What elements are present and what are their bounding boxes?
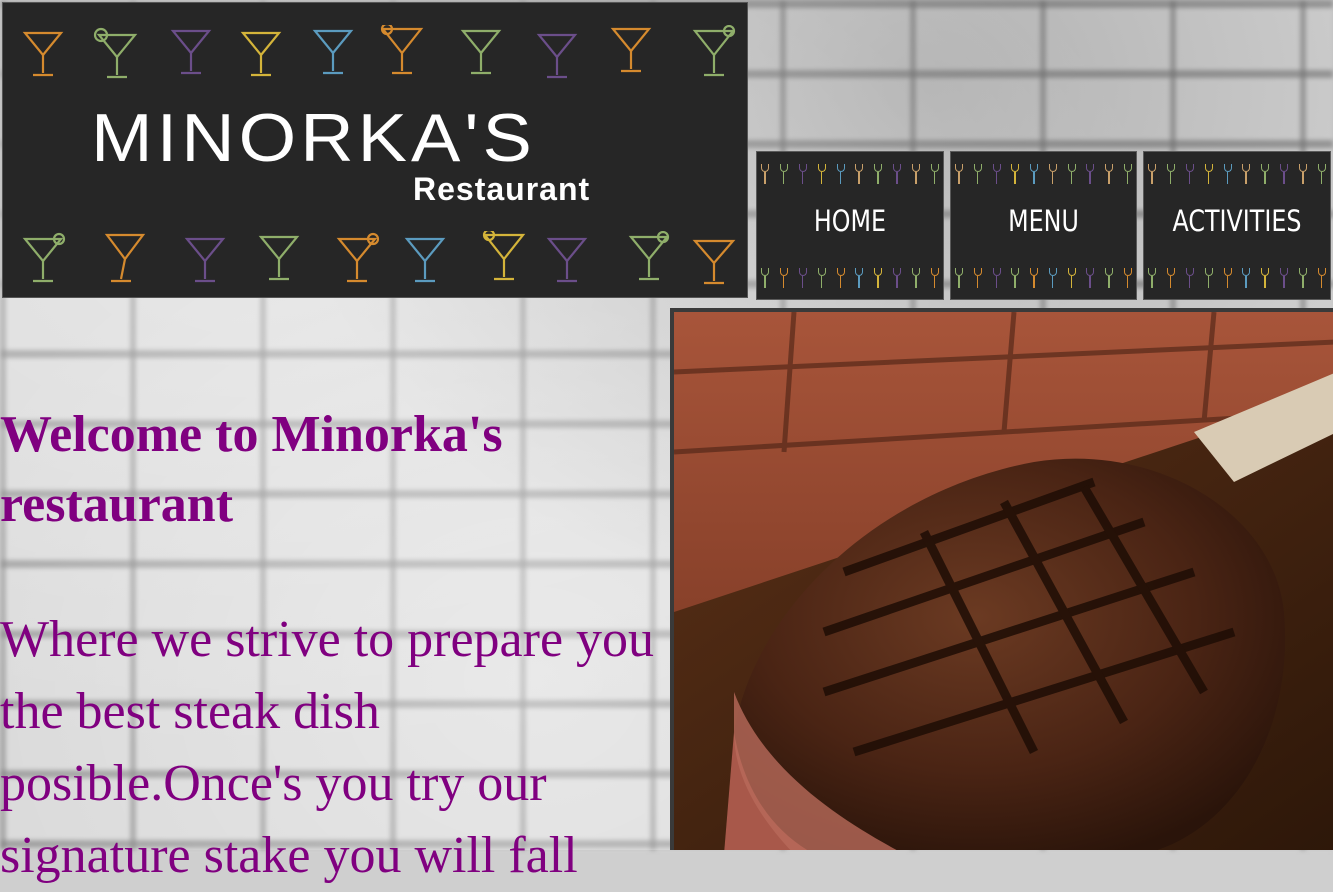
steak-photo: [670, 308, 1333, 850]
nav-activities-button[interactable]: ACTIVITIES: [1143, 151, 1331, 300]
logo-banner[interactable]: MINORKA'S Restaurant: [2, 2, 748, 298]
cocktail-glass-icon: [22, 231, 736, 285]
logo-title: MINORKA'S: [91, 99, 536, 176]
nav-home-label: HOME: [813, 204, 887, 238]
welcome-heading: Welcome to Minorka's restaurant: [0, 406, 503, 533]
cocktail-glasses-top: [955, 164, 1132, 192]
cocktail-glasses-top: [3, 25, 747, 85]
cocktail-glasses-bottom: [1148, 268, 1326, 296]
nav-activities-label: ACTIVITIES: [1172, 204, 1302, 238]
cocktail-glasses-top: [1148, 164, 1326, 192]
cocktail-glasses-top: [761, 164, 939, 192]
cocktail-glass-icon: [22, 25, 736, 79]
logo-subtitle: Restaurant: [413, 171, 591, 207]
intro-paragraph: Where we strive to prepare you the best …: [0, 611, 655, 884]
cocktail-glasses-bottom: [955, 268, 1132, 296]
nav-menu-label: MENU: [1008, 204, 1079, 238]
nav-home-button[interactable]: HOME: [756, 151, 944, 300]
cocktail-glasses-bottom: [761, 268, 939, 296]
nav-menu-button[interactable]: MENU: [950, 151, 1137, 300]
cocktail-glasses-bottom: [3, 231, 747, 291]
steak-image: [674, 312, 1333, 850]
